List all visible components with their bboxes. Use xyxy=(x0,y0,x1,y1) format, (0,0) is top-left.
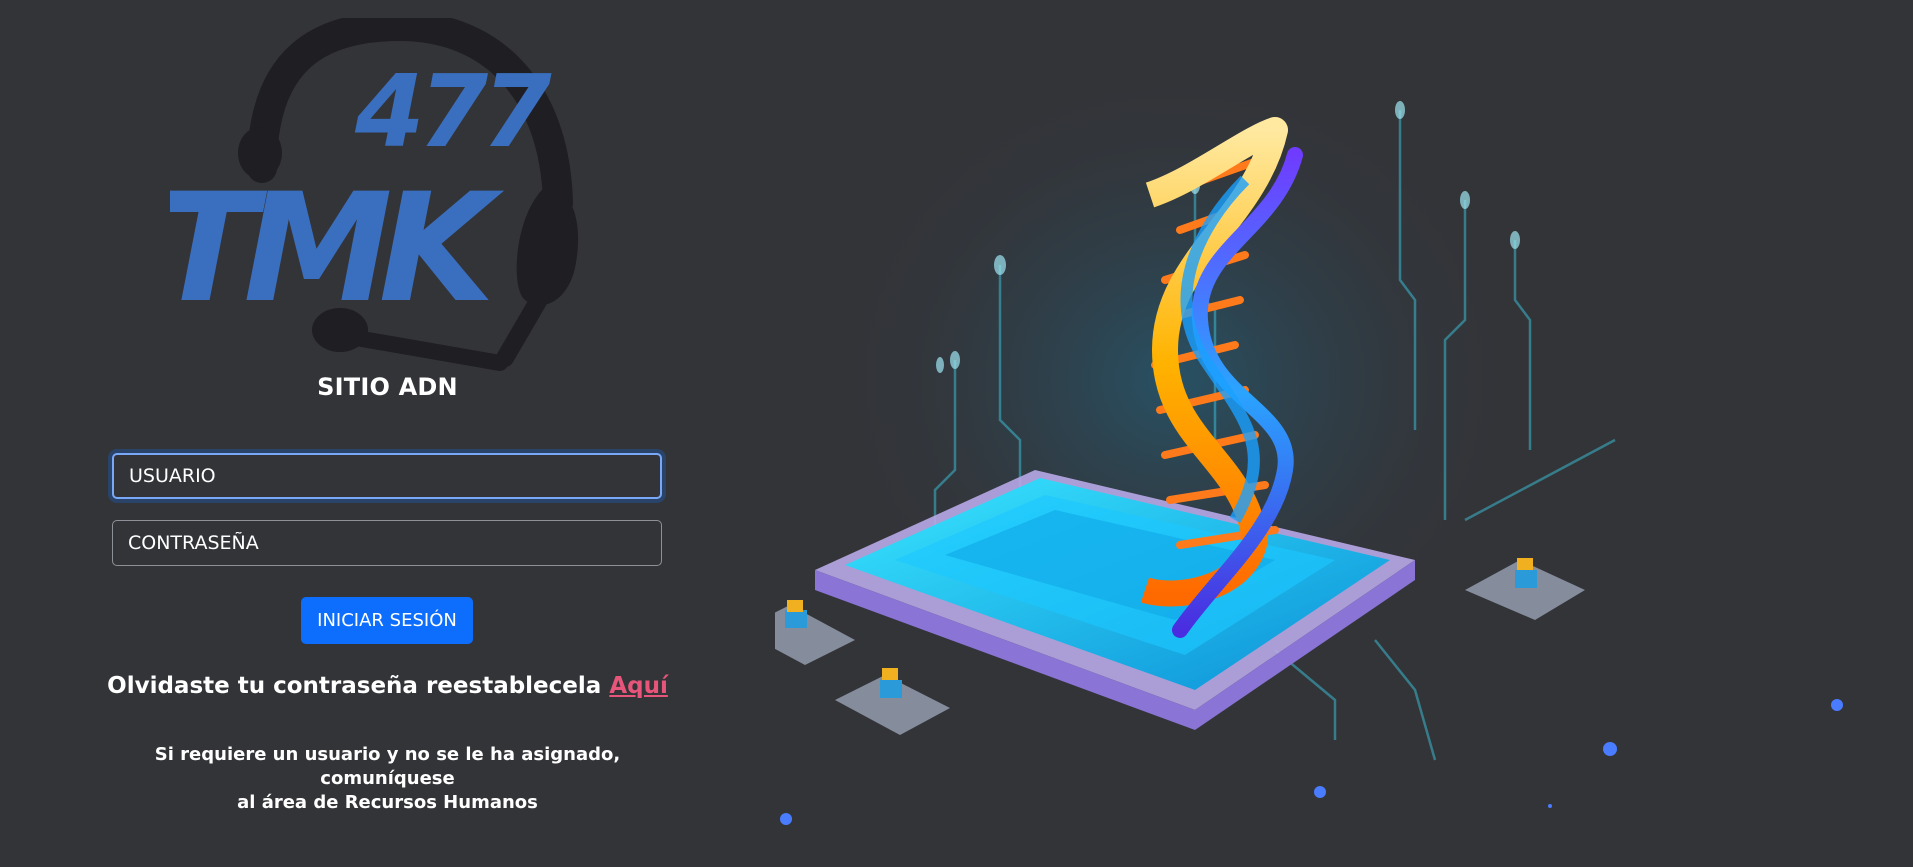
sparkle-dots xyxy=(780,699,1843,825)
dna-chip-illustration xyxy=(775,50,1843,825)
password-input[interactable] xyxy=(112,520,662,566)
reset-password-link[interactable]: Aquí xyxy=(609,673,668,699)
site-title: SITIO ADN xyxy=(317,373,458,401)
login-button[interactable]: INICIAR SESIÓN xyxy=(301,597,473,644)
forgot-password-label: Olvidaste tu contraseña reestablecela xyxy=(107,673,602,699)
hr-note-line-2: al área de Recursos Humanos xyxy=(237,792,538,813)
username-input[interactable] xyxy=(112,453,662,499)
login-panel: 477 TMK SITIO ADN INICIAR SESIÓN Olvidas… xyxy=(0,0,775,867)
forgot-password-text: Olvidaste tu contraseña reestablecela Aq… xyxy=(0,673,775,699)
hr-contact-note: Si requiere un usuario y no se le ha asi… xyxy=(100,743,675,815)
login-page: 477 TMK SITIO ADN INICIAR SESIÓN Olvidas… xyxy=(0,0,1913,867)
logo-number: 477 xyxy=(354,53,552,170)
logo-brand: TMK xyxy=(170,162,505,336)
hr-note-line-1: Si requiere un usuario y no se le ha asi… xyxy=(154,744,621,789)
company-logo: 477 TMK xyxy=(170,18,579,371)
